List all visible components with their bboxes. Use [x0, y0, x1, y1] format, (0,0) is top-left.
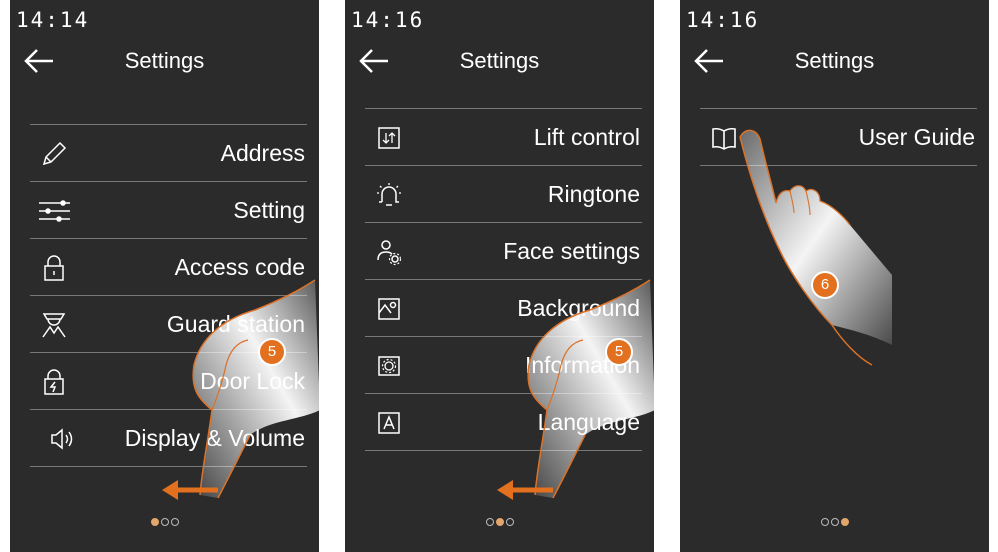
menu-item-information[interactable]: Information	[365, 336, 642, 393]
page-indicator	[680, 518, 989, 526]
menu-item-face-settings[interactable]: Face settings	[365, 222, 642, 279]
menu-item-label: Door Lock	[200, 368, 305, 394]
clock: 14:16	[351, 8, 425, 32]
clock: 14:14	[16, 8, 90, 32]
menu-item-ringtone[interactable]: Ringtone	[365, 165, 642, 222]
settings-menu: Address Setting Access code Guard statio…	[30, 124, 307, 467]
page-indicator	[10, 518, 319, 526]
step-callout: 5	[605, 338, 633, 366]
information-icon	[378, 356, 400, 376]
book-icon	[712, 127, 736, 150]
page-dot-active[interactable]	[150, 518, 159, 526]
menu-item-setting[interactable]: Setting	[30, 181, 307, 238]
menu-item-user-guide[interactable]: User Guide	[700, 108, 977, 166]
swipe-left-arrow	[162, 480, 218, 500]
page-dot-active[interactable]	[495, 518, 504, 526]
menu-item-label: Lift control	[533, 124, 640, 150]
menu-item-access-code[interactable]: Access code	[30, 238, 307, 295]
language-icon	[378, 412, 400, 434]
step-callout: 6	[811, 271, 839, 299]
menu-item-address[interactable]: Address	[30, 124, 307, 181]
page-title: Settings	[459, 48, 540, 73]
padlock-icon	[44, 255, 64, 281]
pencil-icon	[42, 141, 67, 166]
menu-item-label: Setting	[233, 197, 305, 223]
lock-lightning-icon	[44, 369, 64, 395]
menu-item-label: Guard station	[166, 311, 305, 337]
menu-item-label: Access code	[174, 254, 305, 280]
background-icon	[378, 298, 400, 320]
speaker-icon	[51, 428, 73, 450]
menu-item-label: Background	[517, 295, 640, 321]
settings-menu: User Guide	[700, 108, 977, 166]
sliders-icon	[39, 200, 70, 222]
bell-icon	[377, 183, 401, 206]
page-title: Settings	[794, 48, 875, 73]
page-dot[interactable]	[505, 518, 514, 526]
menu-item-label: Address	[220, 140, 305, 166]
menu-item-label: Display & Volume	[124, 425, 305, 451]
menu-item-label: Language	[537, 409, 640, 435]
swipe-left-arrow	[497, 480, 553, 500]
page-dot-active[interactable]	[840, 518, 849, 526]
page-dot[interactable]	[820, 518, 829, 526]
menu-item-background[interactable]: Background	[365, 279, 642, 336]
settings-screen-page-3: 14:16 Settings User Guide 6	[680, 0, 989, 552]
menu-item-label: Ringtone	[547, 181, 640, 207]
page-dot[interactable]	[485, 518, 494, 526]
menu-item-display-volume[interactable]: Display & Volume	[30, 409, 307, 467]
page-dot[interactable]	[160, 518, 169, 526]
menu-item-lift-control[interactable]: Lift control	[365, 108, 642, 165]
menu-item-label: User Guide	[858, 124, 975, 150]
page-title: Settings	[124, 48, 205, 73]
settings-screen-page-2: 14:16 Settings Lift control Ringtone Fac…	[345, 0, 654, 552]
step-callout: 5	[258, 338, 286, 366]
page-dot[interactable]	[830, 518, 839, 526]
guard-icon	[42, 313, 66, 338]
page-indicator	[345, 518, 654, 526]
clock: 14:16	[686, 8, 760, 32]
menu-item-label: Face settings	[503, 238, 640, 264]
page-dot[interactable]	[170, 518, 179, 526]
lift-icon	[378, 127, 400, 149]
settings-screen-page-1: 14:14 Settings Address Setting Access co…	[10, 0, 319, 552]
settings-menu: Lift control Ringtone Face settings Back…	[365, 108, 642, 451]
face-settings-icon	[377, 240, 402, 266]
menu-item-language[interactable]: Language	[365, 393, 642, 451]
